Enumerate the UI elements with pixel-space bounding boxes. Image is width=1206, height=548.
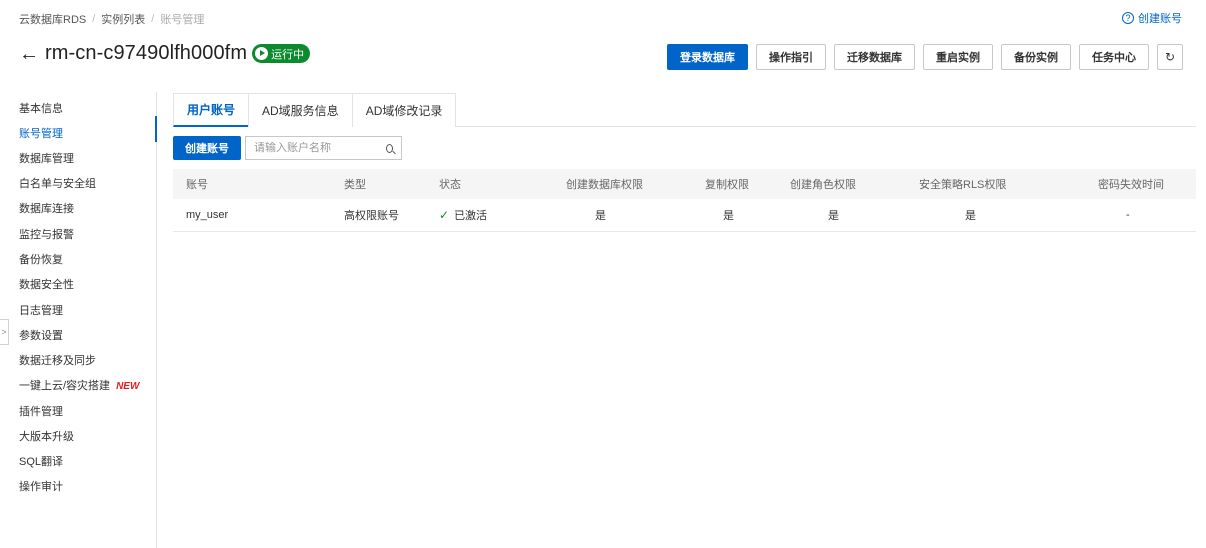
tab-user-accounts[interactable]: 用户账号 (173, 93, 250, 127)
sidebar-item-basic-info[interactable]: 基本信息 (19, 100, 63, 116)
sidebar-item-label: 一键上云/容灾搭建 (19, 380, 111, 392)
accounts-table: 账号 类型 状态 创建数据库权限 复制权限 创建角色权限 安全策略RLS权限 密… (173, 169, 1196, 232)
create-account-button[interactable]: 创建账号 (173, 136, 241, 160)
header-create-role-perm: 创建角色权限 (790, 179, 856, 191)
check-icon: ✓ (439, 208, 450, 222)
table-row: my_user 高权限账号 ✓ 已激活 是 是 是 是 - (173, 199, 1196, 232)
search-icon[interactable] (386, 143, 393, 153)
sidebar-item-connection[interactable]: 数据库连接 (19, 200, 74, 216)
header-create-db-perm: 创建数据库权限 (566, 179, 643, 191)
question-icon: ? (1122, 12, 1134, 24)
refresh-button[interactable]: ↻ (1157, 44, 1183, 70)
header-rls-perm: 安全策略RLS权限 (919, 179, 1007, 191)
sidebar-item-whitelist[interactable]: 白名单与安全组 (19, 175, 96, 191)
cell-create-role-perm: 是 (828, 210, 839, 222)
sidebar-item-sql-translate[interactable]: SQL翻译 (19, 453, 63, 469)
sidebar-item-backup[interactable]: 备份恢复 (19, 251, 63, 267)
search-input[interactable] (254, 142, 384, 154)
tab-ad-service-info[interactable]: AD域服务信息 (248, 93, 353, 127)
page-title: rm-cn-c97490lfh000fm (45, 42, 248, 64)
header-status: 状态 (439, 179, 461, 191)
breadcrumb-rds[interactable]: 云数据库RDS (19, 11, 86, 27)
cell-password-expiry: - (1126, 209, 1130, 221)
refresh-icon: ↻ (1164, 50, 1176, 64)
sidebar-item-database-management[interactable]: 数据库管理 (19, 150, 74, 166)
sidebar-item-parameters[interactable]: 参数设置 (19, 327, 63, 343)
cell-rls-perm: 是 (965, 210, 976, 222)
cell-status: ✓ 已激活 (439, 199, 487, 231)
search-box (245, 136, 402, 160)
table-header: 账号 类型 状态 创建数据库权限 复制权限 创建角色权限 安全策略RLS权限 密… (173, 169, 1196, 199)
login-database-button[interactable]: 登录数据库 (667, 44, 748, 70)
restart-instance-button[interactable]: 重启实例 (923, 44, 993, 70)
play-icon (255, 47, 269, 60)
breadcrumb-instance-list[interactable]: 实例列表 (101, 11, 145, 27)
tab-bar: 用户账号 AD域服务信息 AD域修改记录 (173, 93, 1196, 127)
breadcrumb-current: 账号管理 (160, 14, 205, 26)
breadcrumb-separator: / (92, 13, 96, 25)
action-bar: 登录数据库 操作指引 迁移数据库 重启实例 备份实例 任务中心 ↻ (667, 44, 1183, 70)
status-badge: 运行中 (252, 44, 311, 63)
cell-replication-perm: 是 (723, 210, 734, 222)
header-password-expiry: 密码失效时间 (1098, 179, 1164, 191)
status-label: 运行中 (271, 48, 305, 61)
chevron-right-icon: > (1, 327, 7, 337)
sidebar-item-account-management[interactable]: 账号管理 (19, 125, 63, 141)
guide-button[interactable]: 操作指引 (756, 44, 826, 70)
task-center-button[interactable]: 任务中心 (1079, 44, 1149, 70)
help-link-label: 创建账号 (1138, 13, 1182, 25)
cell-type: 高权限账号 (344, 210, 399, 222)
sidebar-item-logs[interactable]: 日志管理 (19, 302, 63, 318)
back-arrow-icon[interactable]: ← (19, 44, 39, 64)
sidebar-item-audit[interactable]: 操作审计 (19, 478, 63, 494)
sidebar-collapse-handle[interactable]: > (0, 319, 9, 345)
sidebar-item-upgrade[interactable]: 大版本升级 (19, 428, 74, 444)
title-row: ← rm-cn-c97490lfh000fm 运行中 (19, 42, 311, 65)
sidebar-item-cloud-migration[interactable]: 一键上云/容灾搭建 NEW (19, 377, 139, 393)
migrate-database-button[interactable]: 迁移数据库 (834, 44, 915, 70)
header-replication-perm: 复制权限 (705, 179, 749, 191)
breadcrumb: 云数据库RDS / 实例列表 / 账号管理 (19, 11, 204, 27)
header-account: 账号 (186, 179, 208, 191)
breadcrumb-separator: / (151, 13, 155, 25)
sidebar-item-migration[interactable]: 数据迁移及同步 (19, 352, 96, 368)
sidebar-active-indicator (155, 116, 157, 142)
sidebar-item-data-security[interactable]: 数据安全性 (19, 276, 74, 292)
header-type: 类型 (344, 179, 366, 191)
backup-instance-button[interactable]: 备份实例 (1001, 44, 1071, 70)
new-badge: NEW (116, 381, 140, 392)
create-account-help-link[interactable]: ? 创建账号 (1122, 10, 1182, 26)
cell-status-label: 已激活 (454, 210, 488, 222)
sidebar-item-plugins[interactable]: 插件管理 (19, 403, 63, 419)
sidebar-item-monitoring[interactable]: 监控与报警 (19, 226, 74, 242)
cell-account: my_user (186, 209, 229, 221)
tab-ad-change-log[interactable]: AD域修改记录 (351, 93, 457, 127)
cell-create-db-perm: 是 (595, 210, 606, 222)
